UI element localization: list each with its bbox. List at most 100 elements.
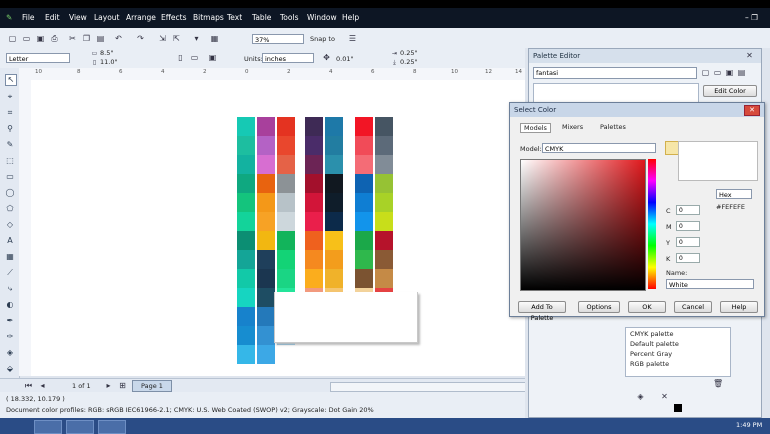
new-palette-icon[interactable]: ▢ [701, 68, 710, 77]
color-swatch[interactable] [355, 193, 373, 212]
color-swatch[interactable] [237, 326, 255, 345]
cut-icon[interactable]: ✂ [68, 34, 77, 43]
drawing-canvas[interactable] [31, 80, 525, 376]
ellipse-tool-icon[interactable]: ◯ [5, 188, 15, 198]
color-swatch[interactable] [277, 136, 295, 155]
menu-help[interactable]: Help [342, 13, 359, 22]
smart-fill-tool-icon[interactable]: ⬚ [5, 156, 15, 166]
menu-text[interactable]: Text [227, 13, 242, 22]
color-swatch[interactable] [257, 136, 275, 155]
new-document-icon[interactable]: ▢ [8, 34, 17, 43]
units-select[interactable]: inches [262, 53, 314, 63]
menu-effects[interactable]: Effects [161, 13, 187, 22]
color-swatch[interactable] [375, 174, 393, 193]
eyedropper-icon[interactable] [665, 141, 679, 155]
color-swatch[interactable] [375, 231, 393, 250]
add-page-icon[interactable]: ⊞ [118, 381, 127, 390]
color-swatch[interactable] [237, 307, 255, 326]
color-swatch[interactable] [237, 269, 255, 288]
text-tool-icon[interactable]: A [5, 236, 15, 246]
color-swatch[interactable] [305, 174, 323, 193]
tab-palettes[interactable]: Palettes [600, 123, 626, 131]
color-swatch[interactable] [257, 231, 275, 250]
color-swatch[interactable] [305, 117, 323, 136]
nudge-distance-field[interactable]: 0.01" [336, 55, 353, 63]
help-button[interactable]: Help [720, 301, 758, 313]
color-swatch[interactable] [257, 212, 275, 231]
hue-slider[interactable] [648, 159, 656, 289]
eyedropper-tool-icon[interactable]: ✒ [5, 316, 15, 326]
zoom-level-field[interactable]: 37% [252, 34, 304, 44]
channel-m-field[interactable]: 0 [676, 221, 700, 231]
color-swatch[interactable] [355, 250, 373, 269]
pick-tool-icon[interactable]: ↖ [5, 74, 17, 86]
color-swatch[interactable] [375, 269, 393, 288]
color-swatch[interactable] [355, 269, 373, 288]
menu-tools[interactable]: Tools [280, 13, 298, 22]
window-controls[interactable]: – ❐ [745, 13, 758, 22]
hex-format-select[interactable]: Hex [716, 189, 752, 199]
color-swatch[interactable] [355, 174, 373, 193]
palette-list-item[interactable]: Default palette [630, 340, 679, 348]
menu-view[interactable]: View [69, 13, 87, 22]
color-swatch[interactable] [257, 193, 275, 212]
color-swatch[interactable] [277, 155, 295, 174]
freehand-tool-icon[interactable]: ✎ [5, 140, 15, 150]
taskbar-item[interactable] [34, 420, 62, 434]
save-icon[interactable]: ▣ [36, 34, 45, 43]
page-height-field[interactable]: 11.0" [100, 58, 117, 66]
menu-arrange[interactable]: Arrange [126, 13, 156, 22]
palette-list-item[interactable]: RGB palette [630, 360, 669, 368]
edit-color-button[interactable]: Edit Color [703, 85, 757, 97]
color-swatch[interactable] [355, 136, 373, 155]
color-swatch[interactable] [325, 193, 343, 212]
page-tab[interactable]: Page 1 [132, 380, 172, 392]
color-swatch[interactable] [237, 155, 255, 174]
color-swatch[interactable] [325, 269, 343, 288]
rectangle-tool-icon[interactable]: ▭ [5, 172, 15, 182]
shape-tool-icon[interactable]: ⌖ [5, 92, 15, 102]
color-swatch[interactable] [277, 193, 295, 212]
table-tool-icon[interactable]: ▦ [5, 252, 15, 262]
palette-select[interactable]: fantasi [533, 67, 697, 79]
color-swatch[interactable] [237, 231, 255, 250]
snap-to-dropdown[interactable]: Snap to [310, 35, 335, 43]
color-swatch[interactable] [325, 155, 343, 174]
color-swatch[interactable] [237, 117, 255, 136]
next-page-icon[interactable]: ▸ [104, 381, 113, 390]
color-swatch[interactable] [237, 288, 255, 307]
crop-tool-icon[interactable]: ⌗ [5, 108, 15, 118]
color-swatch[interactable] [325, 231, 343, 250]
color-swatch[interactable] [355, 231, 373, 250]
color-swatch[interactable] [305, 269, 323, 288]
color-swatch[interactable] [277, 269, 295, 288]
color-swatch[interactable] [305, 250, 323, 269]
color-swatch[interactable] [257, 288, 275, 307]
color-swatch[interactable] [277, 250, 295, 269]
open-folder-icon[interactable]: ▭ [22, 34, 31, 43]
print-icon[interactable]: ⎙ [50, 34, 59, 43]
menu-window[interactable]: Window [307, 13, 337, 22]
undo-icon[interactable]: ↶ [114, 34, 123, 43]
color-swatch[interactable] [375, 155, 393, 174]
palette-list-item[interactable]: Percent Gray [630, 350, 672, 358]
tab-mixers[interactable]: Mixers [562, 123, 583, 131]
color-swatch[interactable] [257, 307, 275, 326]
color-swatch[interactable] [375, 212, 393, 231]
color-swatch[interactable] [257, 326, 275, 345]
color-swatch[interactable] [375, 250, 393, 269]
options-button[interactable]: Options [578, 301, 620, 313]
channel-c-field[interactable]: 0 [676, 205, 700, 215]
color-swatch[interactable] [257, 117, 275, 136]
color-swatch[interactable] [305, 231, 323, 250]
color-swatch[interactable] [237, 250, 255, 269]
color-swatch[interactable] [277, 174, 295, 193]
color-swatch[interactable] [257, 174, 275, 193]
color-swatch[interactable] [325, 212, 343, 231]
color-profiles-text[interactable]: Document color profiles: RGB: sRGB IEC61… [6, 406, 374, 414]
color-swatch[interactable] [257, 155, 275, 174]
import-icon[interactable]: ⇲ [158, 34, 167, 43]
color-swatch[interactable] [375, 117, 393, 136]
save-palette-icon[interactable]: ▣ [725, 68, 734, 77]
color-swatch[interactable] [257, 269, 275, 288]
